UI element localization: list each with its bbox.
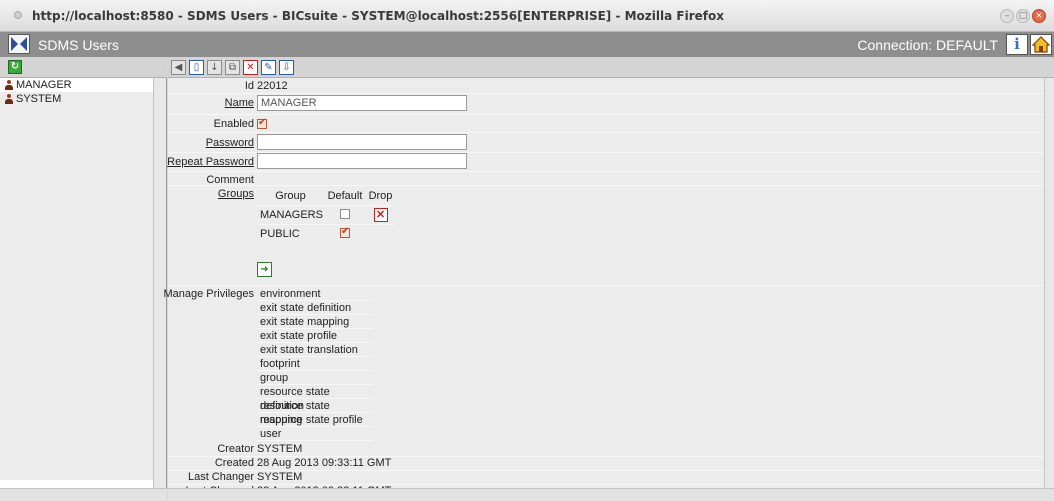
user-icon — [4, 94, 14, 104]
browser-titlebar: http://localhost:8580 - SDMS Users - BIC… — [0, 0, 1054, 32]
groups-header-row: Group Default Drop — [257, 186, 395, 205]
list-item: exit state translation — [257, 343, 373, 357]
delete-icon: ✕ — [373, 208, 388, 222]
repeat-password-label[interactable]: Repeat Password — [167, 156, 254, 168]
back-icon[interactable]: ◀ — [171, 59, 186, 75]
groups-label[interactable]: Groups — [218, 188, 254, 200]
app-logo-icon — [8, 34, 30, 54]
creator-label: Creator — [217, 443, 254, 455]
group-name: PUBLIC — [260, 228, 300, 240]
list-item: footprint — [257, 357, 373, 371]
password-field[interactable] — [257, 134, 467, 150]
list-item: user — [257, 427, 373, 441]
detail-pane: ◀ ▯ ↓ ⧉ ✕ ✎ ⇩ Id 22012 Name Enabled Pass… — [164, 57, 1054, 501]
name-label[interactable]: Name — [225, 97, 254, 109]
tree-item-label: MANAGER — [16, 79, 72, 91]
maximize-icon[interactable]: □ — [1016, 9, 1030, 23]
default-column-header: Default — [327, 189, 363, 202]
window-menu-icon[interactable] — [14, 11, 22, 19]
app-header: SDMS Users Connection: DEFAULT i — [0, 32, 1054, 57]
window-title: http://localhost:8580 - SDMS Users - BIC… — [32, 9, 724, 23]
list-item: exit state profile — [257, 329, 373, 343]
copy-icon[interactable]: ⧉ — [225, 59, 240, 75]
save-icon[interactable]: ↓ — [207, 59, 222, 75]
window-controls: – □ × — [1000, 9, 1046, 23]
password-label[interactable]: Password — [206, 137, 254, 149]
tree-item-system[interactable]: SYSTEM — [0, 92, 153, 106]
user-icon — [4, 80, 14, 90]
close-icon[interactable]: × — [1032, 9, 1046, 23]
repeat-password-field[interactable] — [257, 153, 467, 169]
app-title: SDMS Users — [38, 37, 119, 53]
detail-toolbar: ◀ ▯ ↓ ⧉ ✕ ✎ ⇩ — [168, 57, 1054, 78]
drop-column-header: Drop — [368, 189, 393, 202]
created-value: 28 Aug 2013 09:33:11 GMT — [257, 457, 392, 469]
list-item: resource state profile — [257, 413, 373, 427]
id-value: 22012 — [257, 80, 288, 92]
manage-privileges-label: Manage Privileges — [163, 288, 255, 300]
tree-item-label: SYSTEM — [16, 93, 62, 105]
id-label: Id — [244, 80, 254, 92]
home-icon[interactable] — [1030, 34, 1052, 55]
enabled-label: Enabled — [213, 118, 254, 130]
last-changer-label: Last Changer — [187, 471, 254, 483]
edit-icon[interactable]: ✎ — [261, 59, 276, 75]
default-checkbox[interactable] — [324, 208, 366, 222]
user-tree: MANAGER SYSTEM — [0, 78, 153, 480]
minimize-icon[interactable]: – — [1000, 9, 1014, 23]
tree-item-manager[interactable]: MANAGER — [0, 78, 153, 92]
privileges-list: environment exit state definition exit s… — [257, 287, 373, 441]
default-checkbox[interactable] — [324, 226, 366, 241]
list-item: exit state definition — [257, 301, 373, 315]
last-changer-value: SYSTEM — [257, 471, 303, 483]
vertical-scrollbar[interactable] — [1044, 78, 1054, 488]
list-item: resource state definition — [257, 385, 373, 412]
enabled-checkbox[interactable] — [257, 117, 267, 132]
add-group-button[interactable]: ➜ — [257, 262, 272, 277]
list-item: resource state mapping — [257, 399, 373, 426]
name-field[interactable] — [257, 95, 467, 111]
connection-status: Connection: DEFAULT — [857, 37, 998, 53]
vertical-scrollbar[interactable] — [153, 78, 166, 488]
created-label: Created — [214, 457, 254, 469]
list-toolbar: ↻ — [0, 57, 167, 78]
new-document-icon[interactable]: ▯ — [189, 59, 204, 75]
table-row: MANAGERS ✕ — [257, 205, 395, 224]
drop-group-button[interactable]: ✕ — [366, 208, 395, 222]
refresh-icon[interactable]: ↻ — [8, 60, 22, 74]
horizontal-scrollbar[interactable] — [0, 488, 167, 501]
list-item: group — [257, 371, 373, 385]
download-icon[interactable]: ⇩ — [279, 59, 294, 75]
horizontal-scrollbar[interactable] — [168, 488, 1054, 501]
group-name: MANAGERS — [260, 209, 323, 221]
delete-icon[interactable]: ✕ — [243, 59, 258, 75]
creator-value: SYSTEM — [257, 443, 303, 455]
table-row: PUBLIC — [257, 224, 395, 243]
group-column-header: Group — [275, 189, 306, 202]
user-form: Id 22012 Name Enabled Password Repeat Pa… — [164, 78, 1044, 497]
list-item: exit state mapping — [257, 315, 373, 329]
user-list-pane: ↻ MANAGER SYSTEM — [0, 57, 167, 501]
info-icon[interactable]: i — [1006, 34, 1028, 55]
groups-table: Group Default Drop MANAGERS ✕ PUBLIC — [257, 186, 395, 243]
list-item: environment — [257, 287, 373, 301]
